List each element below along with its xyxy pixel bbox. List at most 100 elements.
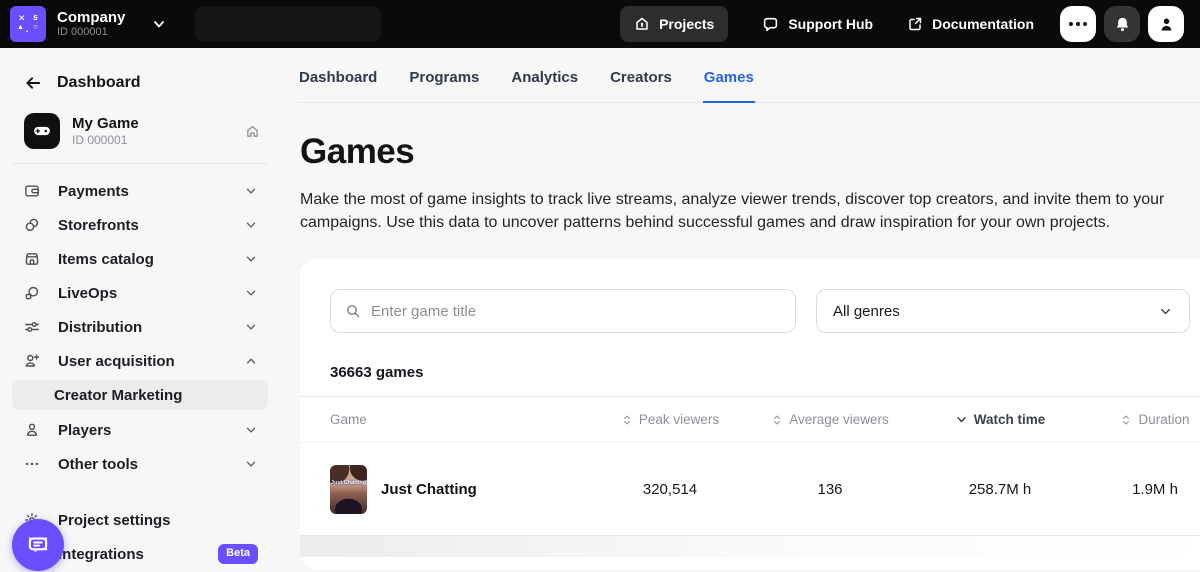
sidebar-item-label: Players — [58, 422, 111, 439]
project-id: ID 000001 — [72, 133, 139, 148]
genre-select-value: All genres — [833, 303, 900, 320]
chevron-down-icon — [1158, 304, 1173, 319]
sidebar-item-items-catalog[interactable]: Items catalog — [12, 242, 268, 276]
company-chevron-down-icon[interactable] — [151, 16, 167, 32]
person-icon — [1158, 16, 1175, 33]
chevron-down-icon — [244, 252, 258, 266]
tab-creators[interactable]: Creators — [609, 69, 673, 102]
watch-time-value: 258.7M h — [920, 481, 1080, 498]
projects-label: Projects — [659, 16, 714, 32]
game-thumbnail: Just Chatting — [330, 465, 367, 514]
next-row-loading — [300, 536, 1200, 557]
shop-icon — [24, 251, 40, 267]
home-icon[interactable] — [245, 124, 260, 139]
game-search-field[interactable] — [330, 289, 796, 333]
chevron-down-icon — [244, 423, 258, 437]
sidebar-item-storefronts[interactable]: Storefronts — [12, 208, 268, 242]
sidebar-item-distribution[interactable]: Distribution — [12, 310, 268, 344]
sidebar-item-liveops[interactable]: LiveOps — [12, 276, 268, 310]
company-name: Company — [57, 9, 125, 26]
sort-icon — [771, 414, 783, 426]
support-hub-label: Support Hub — [788, 16, 873, 32]
back-label: Dashboard — [57, 74, 141, 92]
tab-games[interactable]: Games — [703, 69, 755, 102]
sidebar-item-label: Creator Marketing — [54, 387, 182, 404]
documentation-link[interactable]: Documentation — [907, 16, 1034, 32]
sidebar-item-label: Integrations — [58, 546, 144, 563]
column-header-peak-viewers[interactable]: Peak viewers — [600, 412, 740, 427]
tag-icon — [24, 285, 40, 301]
coins-icon — [24, 217, 40, 233]
company-id: ID 000001 — [57, 26, 125, 39]
sidebar-divider — [12, 163, 268, 164]
sliders-icon — [24, 319, 40, 335]
chevron-down-icon — [244, 286, 258, 300]
project-selector-box[interactable] — [195, 6, 381, 42]
tab-dashboard[interactable]: Dashboard — [298, 69, 378, 102]
projects-home-icon — [634, 16, 650, 32]
sort-desc-icon — [955, 413, 968, 426]
projects-button[interactable]: Projects — [620, 6, 728, 42]
peak-viewers-value: 320,514 — [600, 481, 740, 498]
column-header-watch-time[interactable]: Watch time — [920, 412, 1080, 427]
company-logo-icon[interactable]: ✕s▲○▪ — [10, 6, 46, 42]
tab-analytics[interactable]: Analytics — [510, 69, 579, 102]
gamepad-icon — [24, 113, 60, 149]
arrow-left-icon — [24, 74, 42, 92]
games-card: All genres 36663 games Game Peak viewers… — [300, 259, 1200, 569]
tab-programs[interactable]: Programs — [408, 69, 480, 102]
sidebar-item-players[interactable]: Players — [12, 413, 268, 447]
ellipsis-icon — [24, 456, 40, 472]
sidebar-item-label: LiveOps — [58, 285, 117, 302]
average-viewers-value: 136 — [740, 481, 920, 498]
current-project[interactable]: My Game ID 000001 — [0, 92, 280, 149]
sidebar-item-user-acquisition[interactable]: User acquisition — [12, 344, 268, 378]
table-row[interactable]: Just Chatting Just Chatting 320,514 136 … — [300, 443, 1200, 536]
sidebar-item-payments[interactable]: Payments — [12, 174, 268, 208]
sidebar-item-label: Project settings — [58, 512, 171, 529]
account-button[interactable] — [1148, 6, 1184, 42]
documentation-label: Documentation — [932, 16, 1034, 32]
chevron-down-icon — [244, 218, 258, 232]
chat-bubble-icon — [25, 532, 51, 558]
sidebar-item-label: User acquisition — [58, 353, 175, 370]
chevron-down-icon — [244, 320, 258, 334]
sort-icon — [1120, 414, 1132, 426]
column-header-game[interactable]: Game — [330, 412, 600, 427]
genre-select[interactable]: All genres — [816, 289, 1190, 333]
table-header: Game Peak viewers Average viewers Watch … — [300, 396, 1200, 443]
beta-badge: Beta — [218, 544, 258, 564]
ellipsis-icon — [1069, 22, 1087, 26]
page-title: Games — [300, 132, 1200, 172]
more-options-button[interactable] — [1060, 6, 1096, 42]
game-name: Just Chatting — [381, 481, 477, 498]
user-icon — [24, 422, 40, 438]
results-count: 36663 games — [300, 333, 1200, 396]
company-block[interactable]: Company ID 000001 — [57, 9, 125, 39]
game-search-input[interactable] — [371, 303, 781, 320]
support-hub-link[interactable]: Support Hub — [762, 16, 873, 33]
sidebar-item-creator-marketing[interactable]: Creator Marketing — [12, 380, 268, 410]
sidebar-item-label: Other tools — [58, 456, 138, 473]
column-header-duration[interactable]: Duration — [1080, 412, 1200, 427]
duration-value: 1.9M h — [1080, 481, 1200, 498]
tab-bar: Dashboard Programs Analytics Creators Ga… — [298, 48, 1200, 103]
bell-icon — [1114, 16, 1131, 33]
main-content: Dashboard Programs Analytics Creators Ga… — [298, 48, 1200, 572]
project-name: My Game — [72, 115, 139, 133]
sidebar-item-other-tools[interactable]: Other tools — [12, 447, 268, 481]
sidebar-item-label: Storefronts — [58, 217, 139, 234]
notifications-button[interactable] — [1104, 6, 1140, 42]
user-plus-icon — [24, 353, 40, 369]
external-link-icon — [907, 16, 923, 32]
sort-icon — [621, 414, 633, 426]
sidebar-item-label: Distribution — [58, 319, 142, 336]
search-icon — [345, 303, 361, 319]
page-description: Make the most of game insights to track … — [300, 188, 1195, 234]
back-to-dashboard[interactable]: Dashboard — [0, 48, 280, 92]
column-header-average-viewers[interactable]: Average viewers — [740, 412, 920, 427]
chevron-down-icon — [244, 184, 258, 198]
topbar: ✕s▲○▪ Company ID 000001 Projects Support… — [0, 0, 1200, 48]
chat-support-fab[interactable] — [12, 519, 64, 571]
chevron-up-icon — [244, 354, 258, 368]
